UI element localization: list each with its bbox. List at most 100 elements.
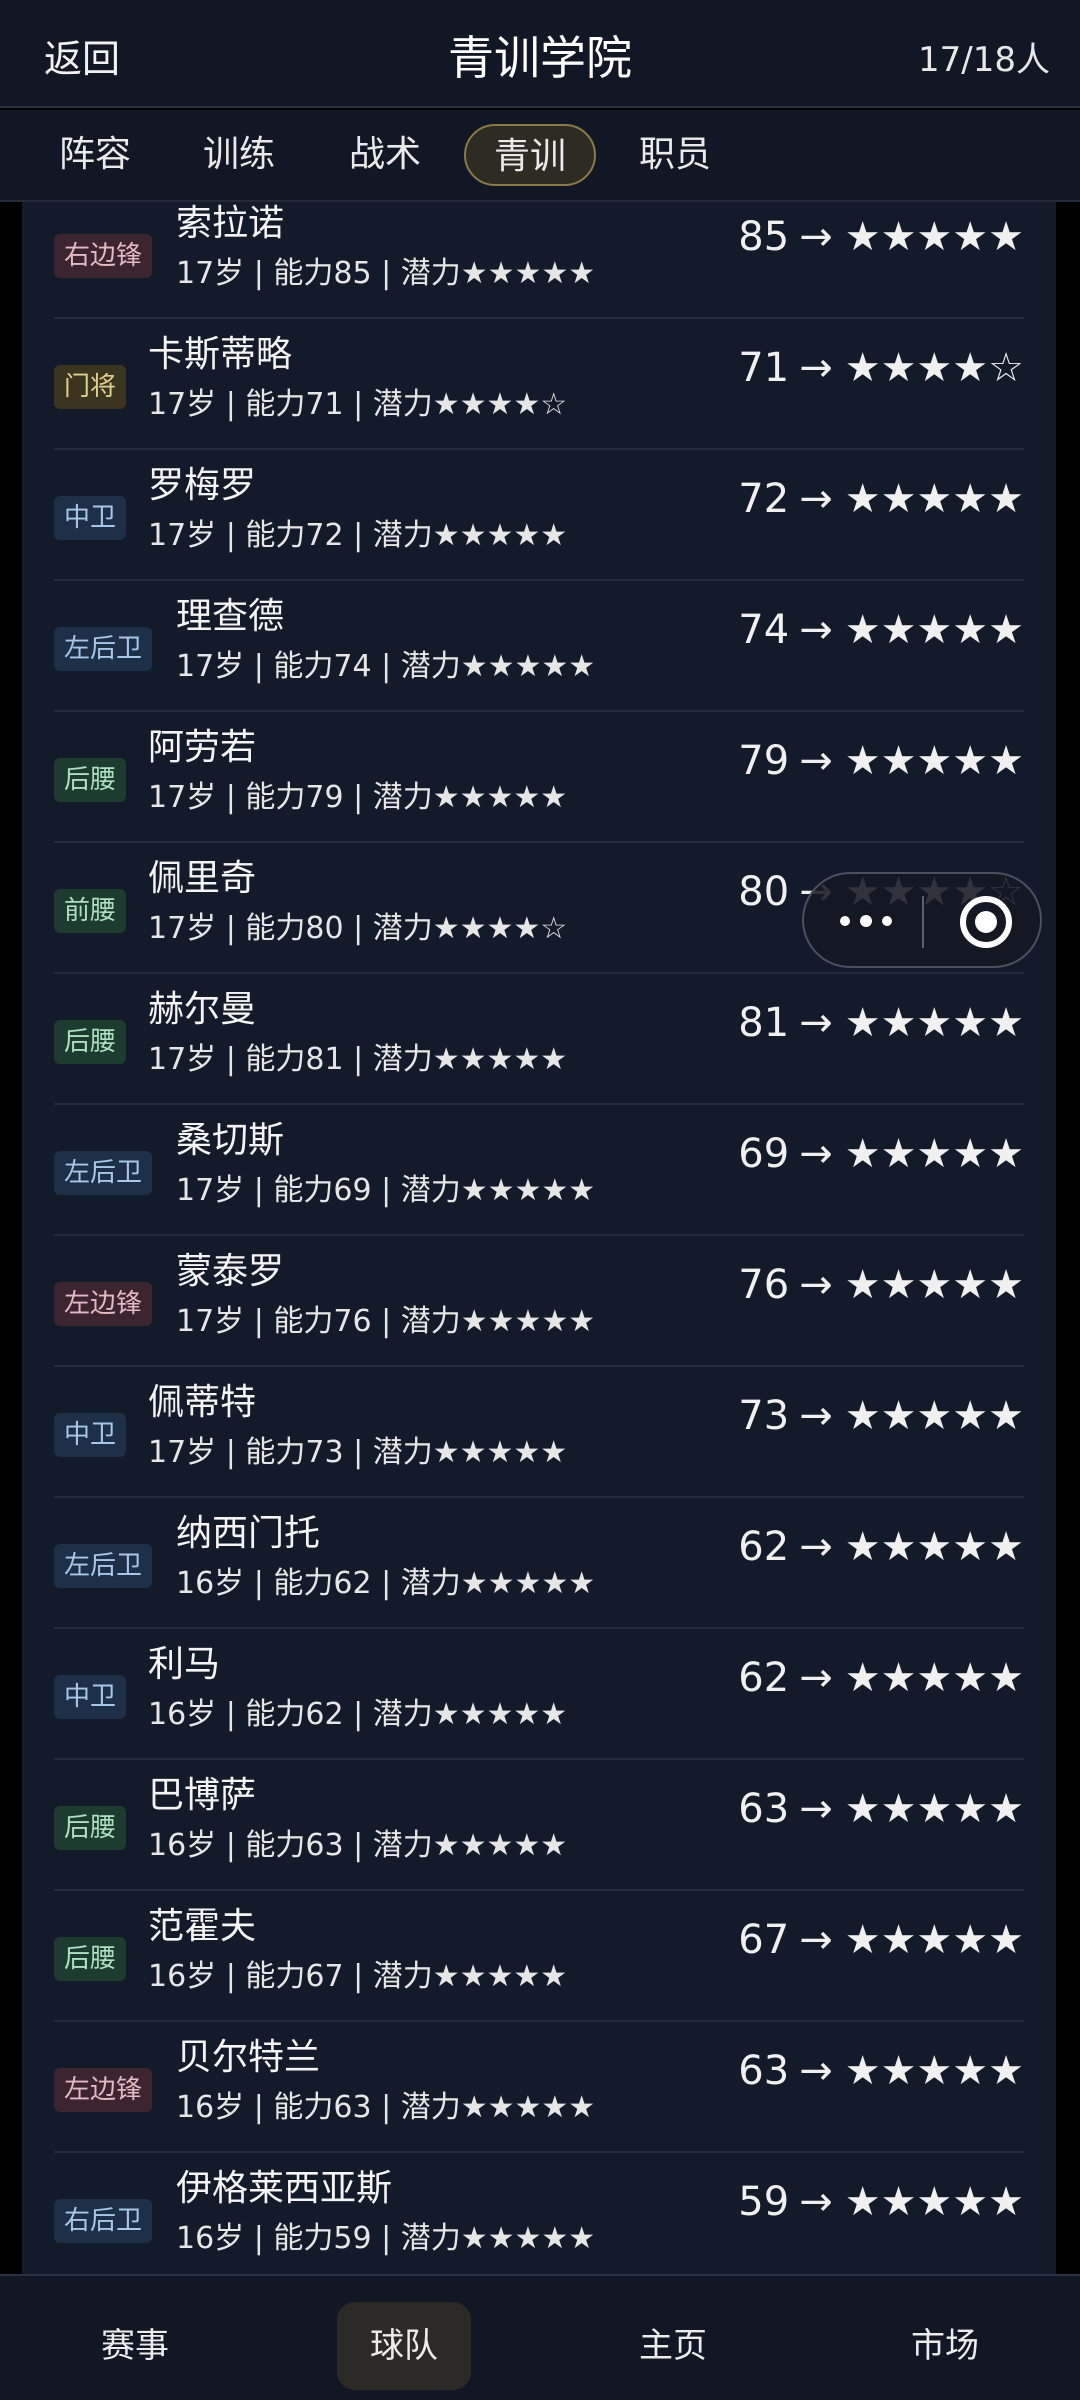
- player-name: 赫尔曼: [148, 989, 257, 1030]
- potential-stars: ★★★★★: [844, 214, 1024, 260]
- player-name: 利马: [148, 1644, 221, 1685]
- list-item[interactable]: 门将 卡斯蒂略 17岁 | 能力71 | 潜力★★★★☆ 71 → ★★★★☆: [54, 319, 1024, 450]
- arrow-icon: →: [799, 1655, 833, 1701]
- position-badge: 前腰: [54, 889, 127, 933]
- rating-projection: 63 → ★★★★★: [738, 2048, 1024, 2094]
- list-item[interactable]: 后腰 范霍夫 16岁 | 能力67 | 潜力★★★★★ 67 → ★★★★★: [54, 1891, 1024, 2022]
- player-name: 纳西门托: [176, 1513, 321, 1554]
- list-item[interactable]: 左后卫 桑切斯 17岁 | 能力69 | 潜力★★★★★ 69 → ★★★★★: [54, 1105, 1024, 1236]
- tab-training[interactable]: 训练: [184, 124, 294, 186]
- player-info: 17岁 | 能力80 | 潜力★★★★☆: [148, 911, 568, 946]
- list-item[interactable]: 后腰 赫尔曼 17岁 | 能力81 | 潜力★★★★★ 81 → ★★★★★: [54, 974, 1024, 1105]
- list-item[interactable]: 后腰 巴博萨 16岁 | 能力63 | 潜力★★★★★ 63 → ★★★★★: [54, 1760, 1024, 1891]
- arrow-icon: →: [799, 1262, 833, 1308]
- top-bar: 返回 青训学院 17/18人: [0, 0, 1080, 108]
- arrow-icon: →: [799, 1786, 833, 1832]
- player-name: 蒙泰罗: [176, 1251, 285, 1292]
- player-name: 佩蒂特: [148, 1382, 257, 1423]
- rating-value: 62: [738, 1655, 790, 1701]
- rating-projection: 79 → ★★★★★: [738, 738, 1024, 784]
- player-info: 17岁 | 能力71 | 潜力★★★★☆: [148, 387, 568, 422]
- potential-stars: ★★★★★: [844, 1655, 1024, 1701]
- player-name: 卡斯蒂略: [148, 334, 293, 375]
- nav-team[interactable]: 球队: [337, 2302, 471, 2390]
- player-name: 理查德: [176, 596, 285, 637]
- list-item[interactable]: 左后卫 纳西门托 16岁 | 能力62 | 潜力★★★★★ 62 → ★★★★★: [54, 1498, 1024, 1629]
- list-item[interactable]: 左边锋 贝尔特兰 16岁 | 能力63 | 潜力★★★★★ 63 → ★★★★★: [54, 2022, 1024, 2153]
- player-name: 桑切斯: [176, 1120, 285, 1161]
- nav-market[interactable]: 市场: [878, 2302, 1012, 2390]
- player-info: 17岁 | 能力85 | 潜力★★★★★: [176, 256, 596, 291]
- position-badge: 中卫: [54, 1413, 127, 1457]
- rating-value: 72: [738, 476, 790, 522]
- potential-stars: ★★★★★: [844, 607, 1024, 653]
- list-item[interactable]: 后腰 阿劳若 17岁 | 能力79 | 潜力★★★★★ 79 → ★★★★★: [54, 712, 1024, 843]
- rating-projection: 69 → ★★★★★: [738, 1131, 1024, 1177]
- potential-stars: ★★★★★: [844, 738, 1024, 784]
- player-info: 16岁 | 能力63 | 潜力★★★★★: [176, 2090, 596, 2125]
- more-dots-icon[interactable]: [838, 912, 898, 932]
- rating-projection: 73 → ★★★★★: [738, 1393, 1024, 1439]
- position-badge: 左边锋: [54, 1282, 153, 1326]
- tab-tactics[interactable]: 战术: [330, 124, 440, 186]
- position-badge: 右边锋: [54, 234, 153, 278]
- rating-value: 81: [738, 1000, 790, 1046]
- rating-projection: 72 → ★★★★★: [738, 476, 1024, 522]
- list-item[interactable]: 左边锋 蒙泰罗 17岁 | 能力76 | 潜力★★★★★ 76 → ★★★★★: [54, 1236, 1024, 1367]
- rating-projection: 59 → ★★★★★: [738, 2179, 1024, 2225]
- player-info: 16岁 | 能力62 | 潜力★★★★★: [148, 1697, 568, 1732]
- list-item[interactable]: 中卫 佩蒂特 17岁 | 能力73 | 潜力★★★★★ 73 → ★★★★★: [54, 1367, 1024, 1498]
- player-info: 17岁 | 能力79 | 潜力★★★★★: [148, 780, 568, 815]
- bottom-nav: 赛事 球队 主页 市场: [0, 2274, 1080, 2400]
- tab-lineup[interactable]: 阵容: [40, 124, 150, 186]
- rating-projection: 62 → ★★★★★: [738, 1655, 1024, 1701]
- position-badge: 左后卫: [54, 1544, 153, 1588]
- potential-stars: ★★★★★: [844, 476, 1024, 522]
- target-icon[interactable]: [960, 896, 1012, 948]
- rating-projection: 63 → ★★★★★: [738, 1786, 1024, 1832]
- rating-value: 76: [738, 1262, 790, 1308]
- rating-projection: 81 → ★★★★★: [738, 1000, 1024, 1046]
- rating-value: 73: [738, 1393, 790, 1439]
- list-item[interactable]: 右边锋 索拉诺 17岁 | 能力85 | 潜力★★★★★ 85 → ★★★★★: [54, 202, 1024, 319]
- list-item[interactable]: 左后卫 理查德 17岁 | 能力74 | 潜力★★★★★ 74 → ★★★★★: [54, 581, 1024, 712]
- player-name: 索拉诺: [176, 203, 285, 244]
- player-info: 16岁 | 能力62 | 潜力★★★★★: [176, 1566, 596, 1601]
- list-item[interactable]: 右后卫 伊格莱西亚斯 16岁 | 能力59 | 潜力★★★★★ 59 → ★★★★★: [54, 2153, 1024, 2274]
- arrow-icon: →: [799, 2179, 833, 2225]
- player-name: 佩里奇: [148, 858, 257, 899]
- tab-staff[interactable]: 职员: [620, 124, 730, 186]
- rating-projection: 71 → ★★★★☆: [738, 345, 1024, 391]
- rating-value: 63: [738, 1786, 790, 1832]
- potential-stars: ★★★★★: [844, 1000, 1024, 1046]
- position-badge: 左后卫: [54, 627, 153, 671]
- potential-stars: ★★★★★: [844, 1262, 1024, 1308]
- position-badge: 后腰: [54, 758, 127, 802]
- arrow-icon: →: [799, 1393, 833, 1439]
- nav-matches[interactable]: 赛事: [68, 2302, 202, 2390]
- potential-stars: ★★★★★: [844, 1524, 1024, 1570]
- tab-youth[interactable]: 青训: [464, 124, 596, 186]
- list-item[interactable]: 中卫 利马 16岁 | 能力62 | 潜力★★★★★ 62 → ★★★★★: [54, 1629, 1024, 1760]
- rating-value: 62: [738, 1524, 790, 1570]
- nav-home[interactable]: 主页: [606, 2302, 740, 2390]
- rating-value: 59: [738, 2179, 790, 2225]
- rating-value: 71: [738, 345, 790, 391]
- mini-program-capsule: [802, 872, 1042, 968]
- arrow-icon: →: [799, 476, 833, 522]
- position-badge: 后腰: [54, 1020, 127, 1064]
- arrow-icon: →: [799, 2048, 833, 2094]
- list-item[interactable]: 中卫 罗梅罗 17岁 | 能力72 | 潜力★★★★★ 72 → ★★★★★: [54, 450, 1024, 581]
- rating-projection: 67 → ★★★★★: [738, 1917, 1024, 1963]
- player-name: 伊格莱西亚斯: [176, 2168, 393, 2209]
- rating-projection: 62 → ★★★★★: [738, 1524, 1024, 1570]
- player-info: 17岁 | 能力76 | 潜力★★★★★: [176, 1304, 596, 1339]
- rating-value: 80: [738, 869, 790, 915]
- rating-projection: 76 → ★★★★★: [738, 1262, 1024, 1308]
- position-badge: 左后卫: [54, 1151, 153, 1195]
- position-badge: 后腰: [54, 1937, 127, 1981]
- potential-stars: ★★★★★: [844, 1393, 1024, 1439]
- player-name: 巴博萨: [148, 1775, 257, 1816]
- player-info: 17岁 | 能力74 | 潜力★★★★★: [176, 649, 596, 684]
- youth-player-list: 右边锋 索拉诺 17岁 | 能力85 | 潜力★★★★★ 85 → ★★★★★ 门将…: [22, 202, 1056, 2274]
